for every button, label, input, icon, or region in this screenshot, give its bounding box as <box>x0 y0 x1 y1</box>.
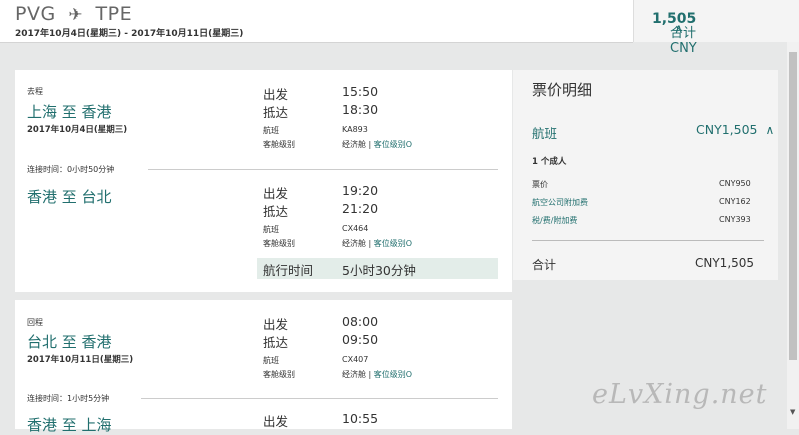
chevron-up-icon: ∧ <box>674 22 684 37</box>
segment-date: 2017年10月4日(星期三) <box>27 125 128 135</box>
flight-fare-total: CNY1,505 <box>696 122 758 137</box>
trip-header: PVG ✈ TPE 2017年10月4日(星期三) - 2017年10月11日(… <box>0 0 633 43</box>
depart-label: 出发 <box>263 87 289 102</box>
panel-title: 票价明细 <box>532 81 593 99</box>
flight-label: 航班 <box>263 356 279 365</box>
flight-number: CX464 <box>342 224 369 233</box>
origin-code: PVG <box>15 3 56 25</box>
depart-label: 出发 <box>263 414 289 429</box>
flight-label: 航班 <box>263 126 279 135</box>
cabin-class: 经济舱 | 客位级别O <box>342 370 413 379</box>
direction-label: 去程 <box>27 87 43 96</box>
destination-code: TPE <box>95 3 133 25</box>
total-amount: CNY1,505 <box>695 256 755 270</box>
chevron-up-icon: ∧ <box>765 123 775 137</box>
depart-time: 19:20 <box>342 183 379 198</box>
duration-value: 5小时30分钟 <box>342 263 416 278</box>
cabin-label: 客舱级别 <box>263 140 295 149</box>
passenger-count: 1 个成人 <box>532 157 567 167</box>
fare-class-link[interactable]: 客位级别O <box>374 370 412 379</box>
cabin-label: 客舱级别 <box>263 370 295 379</box>
segment-route: 上海 至 香港 <box>27 103 112 121</box>
cabin-label: 客舱级别 <box>263 239 295 248</box>
fare-row-amount: CNY162 <box>719 197 751 206</box>
scrollbar-thumb[interactable] <box>789 52 797 360</box>
arrive-label: 抵达 <box>263 335 289 350</box>
arrive-time: 21:20 <box>342 201 379 216</box>
direction-label: 回程 <box>27 318 43 327</box>
segment-route: 台北 至 香港 <box>27 333 112 351</box>
segment-route: 香港 至 上海 <box>27 416 112 434</box>
depart-time: 08:00 <box>342 314 379 329</box>
fare-breakdown-panel: 票价明细 航班 CNY1,505 ∧ 1 个成人 票价 CNY950 航空公司附… <box>513 70 778 280</box>
depart-time: 15:50 <box>342 84 379 99</box>
total-label: 合计 <box>532 258 557 272</box>
divider <box>141 398 498 399</box>
flight-fare-label[interactable]: 航班 <box>532 123 557 142</box>
flight-label: 航班 <box>263 225 279 234</box>
divider <box>148 169 498 170</box>
fare-row-label: 票价 <box>532 180 548 189</box>
cabin-class: 经济舱 | 客位级别O <box>342 140 413 149</box>
outbound-card: 去程 上海 至 香港 2017年10月4日(星期三) 出发 15:50 抵达 1… <box>15 70 512 292</box>
fare-row-label[interactable]: 税/费/附加费 <box>532 215 577 226</box>
return-card: 回程 台北 至 香港 2017年10月11日(星期三) 出发 08:00 抵达 … <box>15 300 512 434</box>
arrive-time: 18:30 <box>342 102 379 117</box>
watermark: eLvXing.net <box>592 379 768 410</box>
arrive-label: 抵达 <box>263 105 289 120</box>
total-price-toggle[interactable]: 合计 CNY 1,505 ∧ <box>633 0 799 56</box>
cabin-class: 经济舱 | 客位级别O <box>342 239 413 248</box>
segment-route: 香港 至 台北 <box>27 188 112 206</box>
fare-row-amount: CNY950 <box>719 179 751 188</box>
route-title: PVG ✈ TPE <box>15 3 132 25</box>
arrive-label: 抵达 <box>263 204 289 219</box>
scroll-down-icon[interactable]: ▼ <box>790 408 795 416</box>
duration-row: 航行时间 5小时30分钟 <box>257 258 498 279</box>
fare-class-link[interactable]: 客位级别O <box>374 140 412 149</box>
plane-icon: ✈ <box>68 5 83 25</box>
divider <box>532 240 764 241</box>
flight-number: KA893 <box>342 125 368 134</box>
depart-label: 出发 <box>263 317 289 332</box>
connection-time: 连接时间：0小时50分钟 <box>27 165 115 174</box>
flight-number: CX407 <box>342 355 369 364</box>
depart-label: 出发 <box>263 186 289 201</box>
trip-dates: 2017年10月4日(星期三) - 2017年10月11日(星期三) <box>15 29 244 39</box>
fare-row-label[interactable]: 航空公司附加费 <box>532 197 588 208</box>
flight-fare-toggle[interactable]: CNY1,505 ∧ <box>696 122 774 137</box>
duration-label: 航行时间 <box>263 263 314 278</box>
fare-class-link[interactable]: 客位级别O <box>374 239 412 248</box>
connection-time: 连接时间：1小时5分钟 <box>27 394 110 403</box>
depart-time: 10:55 <box>342 411 379 426</box>
fare-row-amount: CNY393 <box>719 215 751 224</box>
segment-date: 2017年10月11日(星期三) <box>27 355 134 365</box>
arrive-time: 09:50 <box>342 332 379 347</box>
